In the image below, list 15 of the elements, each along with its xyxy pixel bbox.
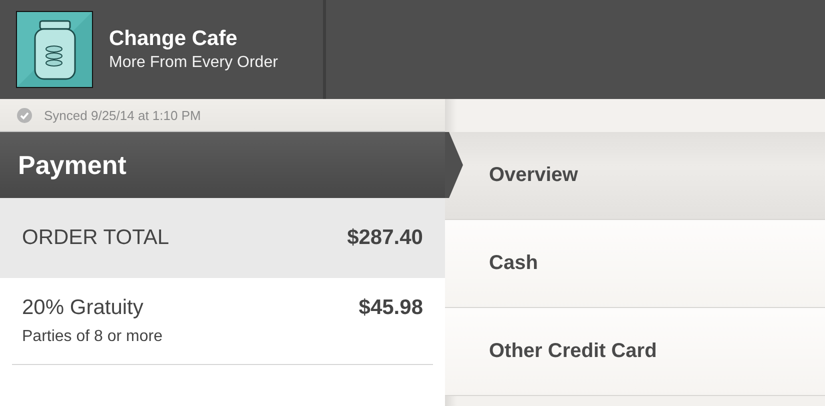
jar-logo-icon: [16, 11, 93, 88]
payment-method-item[interactable]: Other Credit Card: [445, 308, 825, 396]
line-item-note: Parties of 8 or more: [22, 328, 164, 346]
check-icon: [17, 108, 32, 122]
payment-title: Payment: [18, 150, 126, 180]
payment-method-item[interactable]: Cash: [445, 220, 825, 308]
payment-method-item[interactable]: Overview: [445, 132, 825, 220]
sync-status: Synced 9/25/14 at 1:10 PM: [44, 108, 201, 122]
order-total-label: ORDER TOTAL: [22, 226, 170, 250]
app-title: Change Cafe: [109, 27, 238, 51]
line-item-label: 20% Gratuity: [22, 296, 144, 320]
line-item-amount: $45.98: [358, 296, 423, 320]
app-subtitle: More From Every Order: [109, 54, 278, 72]
header-pointer: [445, 132, 463, 198]
order-total-amount: $287.40: [347, 226, 423, 250]
